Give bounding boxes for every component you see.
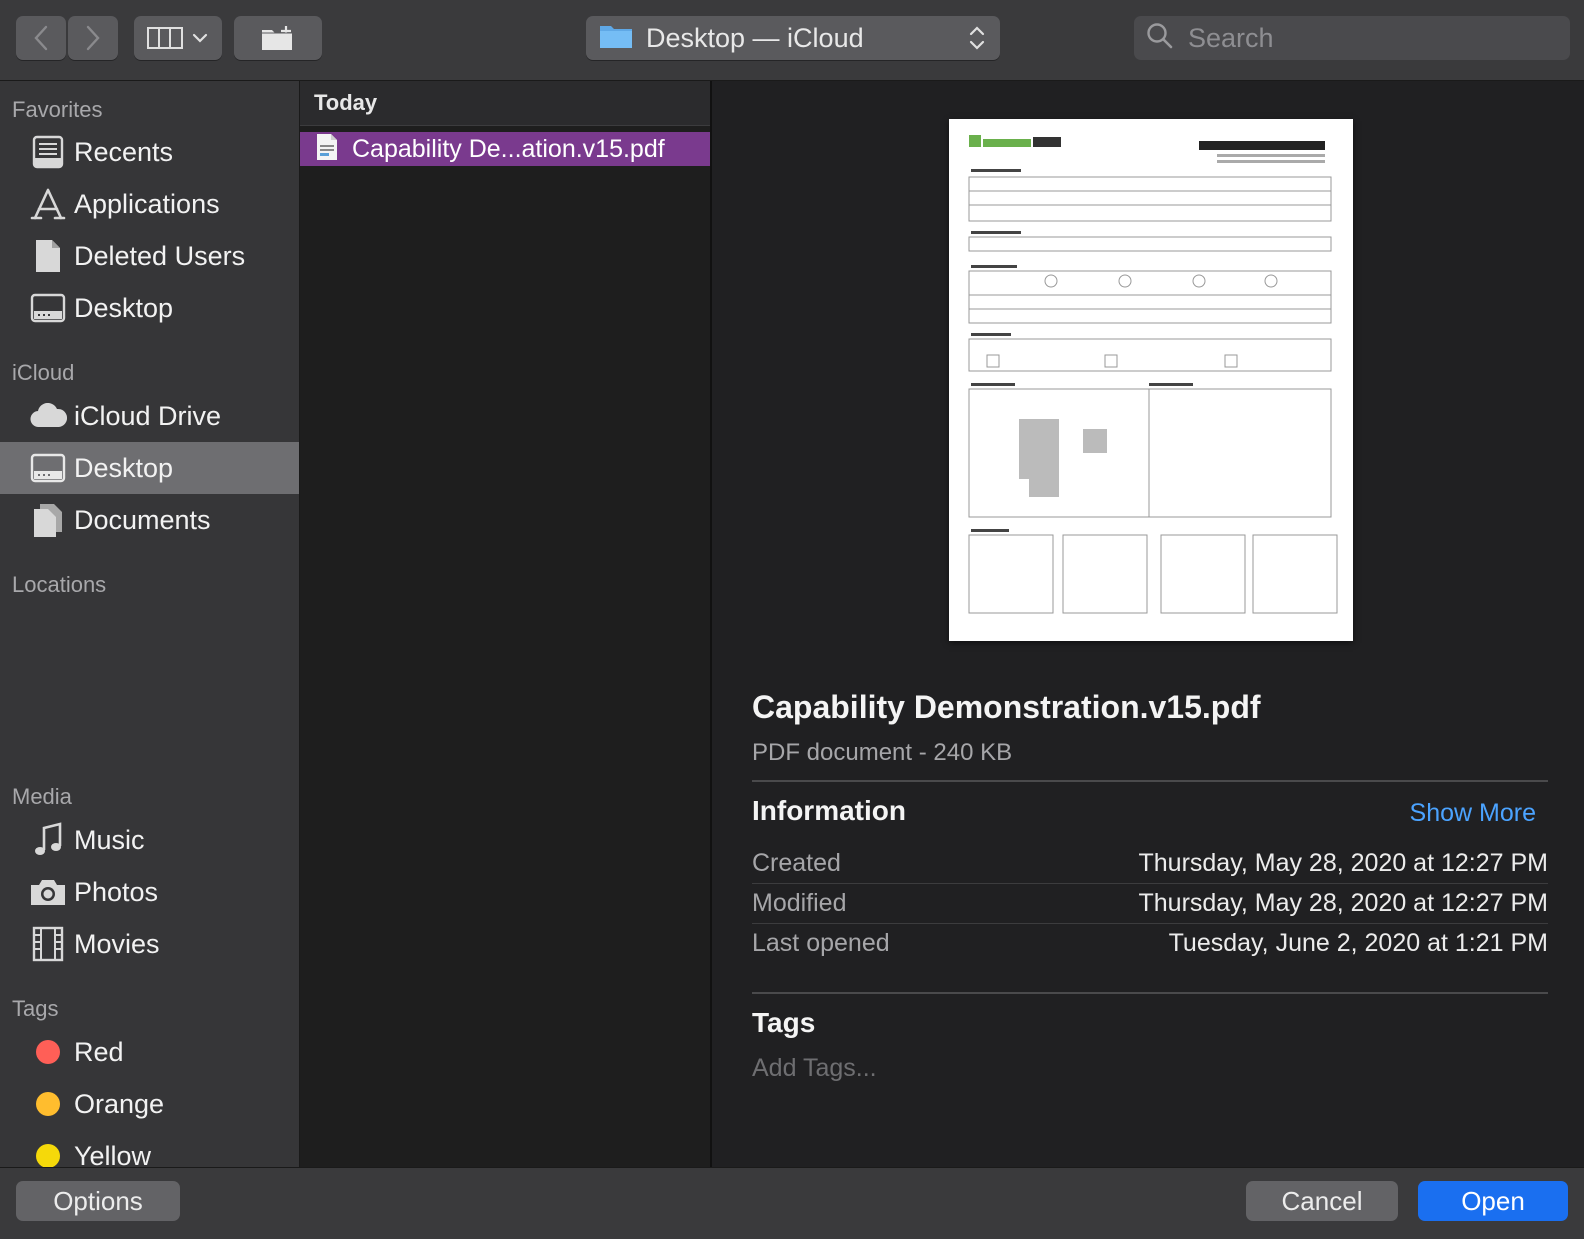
sidebar-item-tag-orange[interactable]: Orange xyxy=(0,1078,299,1130)
yellow-tag-dot-icon xyxy=(36,1144,60,1167)
locations-section-label: Locations xyxy=(12,572,107,597)
new-folder-icon xyxy=(262,26,292,50)
sidebar-item-label: Photos xyxy=(74,876,159,907)
document-icon xyxy=(28,236,68,276)
file-column: Today Capability De...ation.v15.pdf xyxy=(300,81,712,1167)
red-tag-dot-icon xyxy=(36,1040,60,1064)
information-heading: Information xyxy=(752,795,906,826)
sidebar-item-label: iCloud Drive xyxy=(74,400,222,431)
file-name: Capability De...ation.v15.pdf xyxy=(352,134,665,163)
sidebar-item-label: Recents xyxy=(74,136,174,167)
sidebar-item-documents[interactable]: Documents xyxy=(0,494,299,546)
location-popup[interactable]: Desktop — iCloud xyxy=(586,16,1000,60)
forward-button[interactable] xyxy=(68,16,118,60)
info-key: Modified xyxy=(752,889,847,917)
updown-chevron-icon xyxy=(968,24,986,57)
sidebar-item-label: Desktop xyxy=(74,292,174,323)
add-tags-field[interactable]: Add Tags... xyxy=(752,1054,877,1083)
file-row-selected[interactable]: Capability De...ation.v15.pdf xyxy=(300,132,710,166)
search-icon xyxy=(1146,22,1174,55)
applications-icon xyxy=(28,184,68,224)
info-row-last-opened: Last opened Tuesday, June 2, 2020 at 1:2… xyxy=(752,923,1548,963)
sidebar-item-label: Desktop xyxy=(74,452,174,483)
sidebar-item-label: Deleted Users xyxy=(74,240,246,271)
desktop-icon xyxy=(28,288,68,328)
bottom-bar: Options Cancel Open xyxy=(0,1167,1584,1239)
camera-icon xyxy=(28,872,68,912)
back-button[interactable] xyxy=(16,16,66,60)
info-value: Thursday, May 28, 2020 at 12:27 PM xyxy=(1138,849,1549,877)
sidebar-item-applications[interactable]: Applications xyxy=(0,178,299,230)
sidebar-item-icloud-desktop[interactable]: Desktop xyxy=(0,442,299,494)
sidebar-item-label: Movies xyxy=(74,928,160,959)
preview-file-kind-size: PDF document - 240 KB xyxy=(752,739,1013,766)
film-icon xyxy=(28,924,68,964)
sidebar-item-movies[interactable]: Movies xyxy=(0,918,299,970)
sidebar-item-photos[interactable]: Photos xyxy=(0,866,299,918)
tags-heading: Tags xyxy=(752,1007,816,1038)
pdf-page-preview-icon xyxy=(968,135,1338,614)
cancel-button[interactable]: Cancel xyxy=(1246,1181,1398,1221)
column-header: Today xyxy=(300,81,710,126)
divider xyxy=(752,780,1548,782)
sidebar-item-desktop[interactable]: Desktop xyxy=(0,282,299,334)
media-section-label: Media xyxy=(12,784,72,809)
sidebar-item-label: Yellow xyxy=(74,1140,152,1168)
column-header-label: Today xyxy=(314,90,378,115)
music-note-icon xyxy=(28,820,68,860)
info-row-modified: Modified Thursday, May 28, 2020 at 12:27… xyxy=(752,883,1548,923)
sidebar-item-label: Applications xyxy=(74,188,220,219)
chevron-down-icon xyxy=(192,33,208,43)
sidebar-item-icloud-drive[interactable]: iCloud Drive xyxy=(0,390,299,442)
folder-icon xyxy=(598,22,634,55)
view-options-button[interactable] xyxy=(134,16,222,60)
sidebar-item-label: Red xyxy=(74,1036,124,1067)
new-folder-button[interactable] xyxy=(234,16,322,60)
sidebar: Favorites Recents Applications Deleted U… xyxy=(0,81,300,1167)
orange-tag-dot-icon xyxy=(36,1092,60,1116)
pdf-file-icon xyxy=(316,133,338,166)
document-thumbnail xyxy=(949,119,1353,641)
sidebar-item-tag-red[interactable]: Red xyxy=(0,1026,299,1078)
info-key: Last opened xyxy=(752,929,890,957)
sidebar-item-label: Documents xyxy=(74,504,211,535)
info-value: Thursday, May 28, 2020 at 12:27 PM xyxy=(1138,889,1549,917)
divider xyxy=(752,992,1548,994)
icloud-section-label: iCloud xyxy=(12,360,75,385)
tags-section-label: Tags xyxy=(12,996,59,1021)
info-row-created: Created Thursday, May 28, 2020 at 12:27 … xyxy=(752,843,1548,883)
options-button[interactable]: Options xyxy=(16,1181,180,1221)
search-field[interactable] xyxy=(1134,16,1570,60)
sidebar-item-recents[interactable]: Recents xyxy=(0,126,299,178)
sidebar-item-label: Music xyxy=(74,824,145,855)
chevron-left-icon xyxy=(34,25,48,51)
info-key: Created xyxy=(752,849,841,877)
sidebar-item-label: Orange xyxy=(74,1088,165,1119)
sidebar-item-tag-yellow[interactable]: Yellow xyxy=(0,1130,299,1167)
column-view-icon xyxy=(147,27,183,49)
sidebar-item-deleted-users[interactable]: Deleted Users xyxy=(0,230,299,282)
open-button[interactable]: Open xyxy=(1418,1181,1568,1221)
documents-icon xyxy=(28,500,68,540)
cloud-icon xyxy=(28,396,68,436)
info-value: Tuesday, June 2, 2020 at 1:21 PM xyxy=(1168,929,1548,957)
show-more-link[interactable]: Show More xyxy=(1410,799,1536,828)
desktop-icon xyxy=(28,448,68,488)
favorites-section-label: Favorites xyxy=(12,97,103,122)
location-label: Desktop — iCloud xyxy=(646,22,864,53)
chevron-right-icon xyxy=(86,25,100,51)
recents-icon xyxy=(28,132,68,172)
search-input[interactable] xyxy=(1186,21,1560,55)
preview-file-title: Capability Demonstration.v15.pdf xyxy=(752,689,1261,725)
sidebar-item-music[interactable]: Music xyxy=(0,814,299,866)
preview-pane: Capability Demonstration.v15.pdf PDF doc… xyxy=(712,81,1584,1167)
toolbar: Desktop — iCloud xyxy=(0,0,1584,81)
